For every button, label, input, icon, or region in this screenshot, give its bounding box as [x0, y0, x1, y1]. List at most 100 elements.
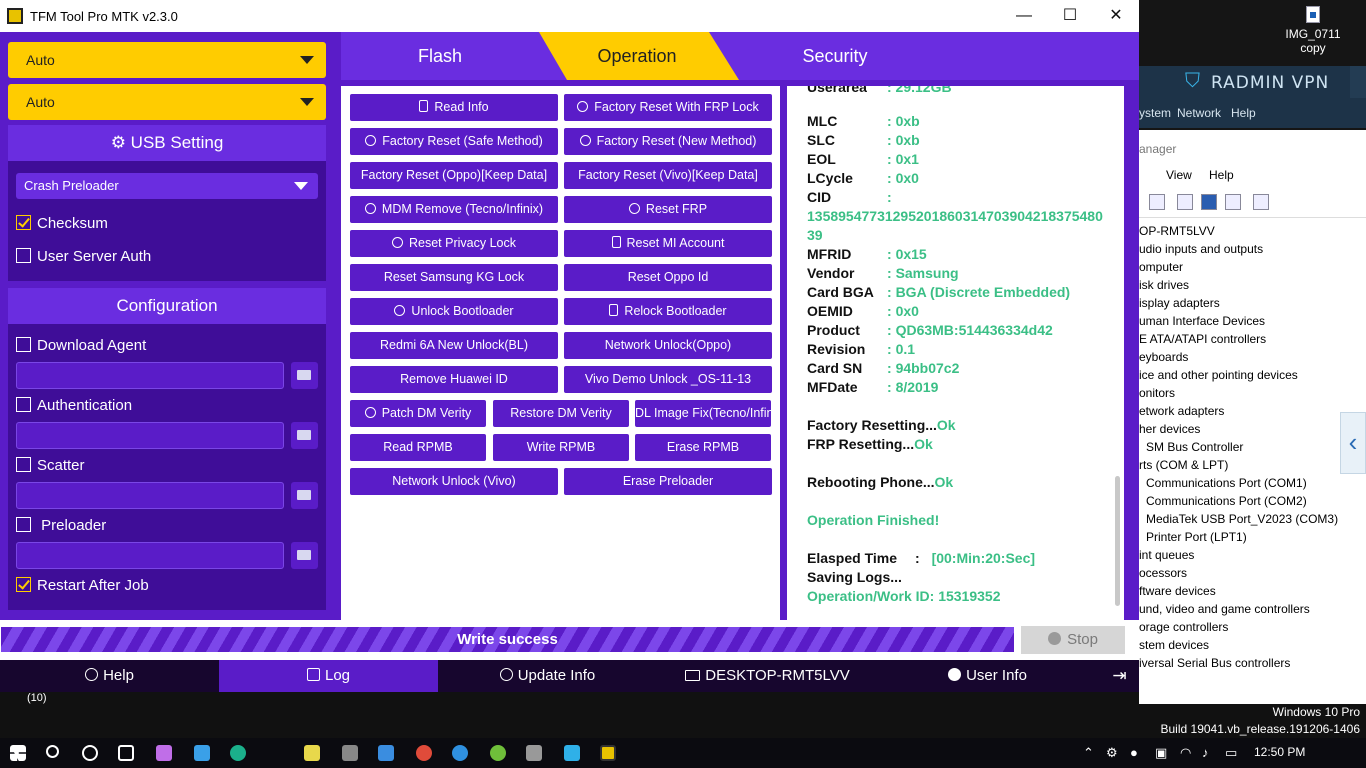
- preloader-checkbox[interactable]: Preloader: [16, 516, 106, 536]
- folder-icon[interactable]: [291, 362, 318, 389]
- device-tree-item[interactable]: eyboards: [1139, 348, 1366, 366]
- device-tree-item[interactable]: Printer Port (LPT1): [1139, 528, 1366, 546]
- volume-icon[interactable]: ♪: [1202, 745, 1209, 760]
- usb-icon[interactable]: [526, 745, 542, 761]
- copilot-icon[interactable]: [156, 745, 172, 761]
- device-tree-item[interactable]: und, video and game controllers: [1139, 600, 1366, 618]
- op-button[interactable]: Restore DM Verity: [493, 400, 629, 427]
- op-button[interactable]: Read Info: [350, 94, 558, 121]
- device-tree-item[interactable]: MediaTek USB Port_V2023 (COM3): [1139, 510, 1366, 528]
- search-icon[interactable]: [46, 745, 59, 758]
- stop-button[interactable]: Stop: [1021, 626, 1125, 654]
- op-button[interactable]: MDM Remove (Tecno/Infinix): [350, 196, 558, 223]
- tool-icon[interactable]: [342, 745, 358, 761]
- restart-after-job-checkbox[interactable]: Restart After Job: [16, 576, 149, 596]
- folder-icon[interactable]: [291, 482, 318, 509]
- op-button[interactable]: Redmi 6A New Unlock(BL): [350, 332, 558, 359]
- scatter-checkbox[interactable]: Scatter: [16, 456, 85, 476]
- device-tree-item[interactable]: etwork adapters: [1139, 402, 1366, 420]
- op-button[interactable]: DL Image Fix(Tecno/Infinix): [635, 400, 771, 427]
- tab-flash[interactable]: Flash: [341, 32, 539, 80]
- authentication-path-input[interactable]: [16, 422, 284, 449]
- details-icon[interactable]: [1225, 194, 1241, 210]
- device-tree-item[interactable]: her devices: [1139, 420, 1366, 438]
- op-button[interactable]: Factory Reset With FRP Lock: [564, 94, 772, 121]
- op-button[interactable]: Read RPMB: [350, 434, 486, 461]
- logout-icon[interactable]: ⇥: [1100, 660, 1139, 692]
- op-button[interactable]: Unlock Bootloader: [350, 298, 558, 325]
- device-tree-item[interactable]: isk drives: [1139, 276, 1366, 294]
- op-button[interactable]: Erase Preloader: [564, 468, 772, 495]
- op-button[interactable]: Remove Huawei ID: [350, 366, 558, 393]
- start-icon[interactable]: [10, 745, 26, 761]
- task-view-icon[interactable]: [118, 745, 134, 761]
- op-button[interactable]: Vivo Demo Unlock _OS-11-13: [564, 366, 772, 393]
- mail-icon[interactable]: [378, 745, 394, 761]
- device-tree-item[interactable]: omputer: [1139, 258, 1366, 276]
- checksum-checkbox[interactable]: Checksum: [16, 214, 108, 234]
- keyboard-icon[interactable]: ▭: [1225, 745, 1237, 761]
- tray-icon-3[interactable]: ▣: [1155, 745, 1167, 761]
- maximize-button[interactable]: ☐: [1047, 0, 1093, 32]
- op-button[interactable]: Relock Bootloader: [564, 298, 772, 325]
- op-button[interactable]: Factory Reset (Oppo)[Keep Data]: [350, 162, 558, 189]
- chevron-up-icon[interactable]: ⌃: [1083, 745, 1094, 761]
- radmin-menu-help[interactable]: Help: [1231, 106, 1256, 120]
- device-tree-item[interactable]: uman Interface Devices: [1139, 312, 1366, 330]
- download-agent-checkbox[interactable]: Download Agent: [16, 336, 146, 356]
- device-tree-item[interactable]: orage controllers: [1139, 618, 1366, 636]
- op-button[interactable]: Reset MI Account: [564, 230, 772, 257]
- cortana-icon[interactable]: [82, 745, 98, 761]
- op-button[interactable]: Network Unlock (Vivo): [350, 468, 558, 495]
- dm-menu-help[interactable]: Help: [1209, 168, 1234, 182]
- nav-user-info[interactable]: User Info: [878, 660, 1097, 692]
- folder-icon[interactable]: [291, 422, 318, 449]
- device-tree-item[interactable]: isplay adapters: [1139, 294, 1366, 312]
- device-tree-item[interactable]: ftware devices: [1139, 582, 1366, 600]
- op-button[interactable]: Factory Reset (New Method): [564, 128, 772, 155]
- device-tree-item[interactable]: iversal Serial Bus controllers: [1139, 654, 1366, 672]
- mode-dropdown[interactable]: Auto: [8, 84, 326, 120]
- op-button[interactable]: Factory Reset (Vivo)[Keep Data]: [564, 162, 772, 189]
- clock[interactable]: 12:50 PM: [1254, 745, 1305, 759]
- app-icon[interactable]: [194, 745, 210, 761]
- dm-menu-view[interactable]: View: [1166, 168, 1192, 182]
- op-button[interactable]: Reset Privacy Lock: [350, 230, 558, 257]
- help-question-icon[interactable]: [1201, 194, 1217, 210]
- tab-security[interactable]: Security: [739, 32, 931, 80]
- messenger-icon[interactable]: [452, 745, 468, 761]
- store-icon[interactable]: [304, 745, 320, 761]
- wifi-icon[interactable]: ◠: [1180, 745, 1191, 761]
- op-button[interactable]: Network Unlock(Oppo): [564, 332, 772, 359]
- tray-icon-1[interactable]: ⚙: [1106, 745, 1118, 761]
- desktop-file-icon[interactable]: IMG_0711 copy: [1268, 4, 1358, 55]
- device-tree-item[interactable]: int queues: [1139, 546, 1366, 564]
- radmin-scrollbar[interactable]: [1350, 66, 1366, 98]
- help-book-icon[interactable]: [1177, 194, 1193, 210]
- log-scrollbar[interactable]: [1115, 476, 1120, 606]
- port-dropdown[interactable]: Auto: [8, 42, 326, 78]
- chrome-icon[interactable]: [416, 745, 432, 761]
- app-icon-2[interactable]: [490, 745, 506, 761]
- device-tree-item[interactable]: SM Bus Controller: [1139, 438, 1366, 456]
- folder-icon[interactable]: [291, 542, 318, 569]
- op-button[interactable]: Erase RPMB: [635, 434, 771, 461]
- scatter-path-input[interactable]: [16, 482, 284, 509]
- op-button[interactable]: Patch DM Verity: [350, 400, 486, 427]
- authentication-checkbox[interactable]: Authentication: [16, 396, 132, 416]
- edge-icon[interactable]: [230, 745, 246, 761]
- op-button[interactable]: Reset FRP: [564, 196, 772, 223]
- device-tree-item[interactable]: udio inputs and outputs: [1139, 240, 1366, 258]
- nav-help[interactable]: Help: [0, 660, 219, 692]
- op-button[interactable]: Write RPMB: [493, 434, 629, 461]
- tfm-taskbar-icon[interactable]: [600, 745, 616, 761]
- nav-update-info[interactable]: Update Info: [438, 660, 657, 692]
- download-agent-path-input[interactable]: [16, 362, 284, 389]
- device-tree-item[interactable]: ocessors: [1139, 564, 1366, 582]
- tray-icon-2[interactable]: ●: [1130, 745, 1138, 760]
- device-tree-item[interactable]: ice and other pointing devices: [1139, 366, 1366, 384]
- device-tree-item[interactable]: E ATA/ATAPI controllers: [1139, 330, 1366, 348]
- collapse-arrow-icon[interactable]: ‹: [1340, 412, 1366, 474]
- nav-log[interactable]: Log: [219, 660, 438, 692]
- op-button[interactable]: Reset Samsung KG Lock: [350, 264, 558, 291]
